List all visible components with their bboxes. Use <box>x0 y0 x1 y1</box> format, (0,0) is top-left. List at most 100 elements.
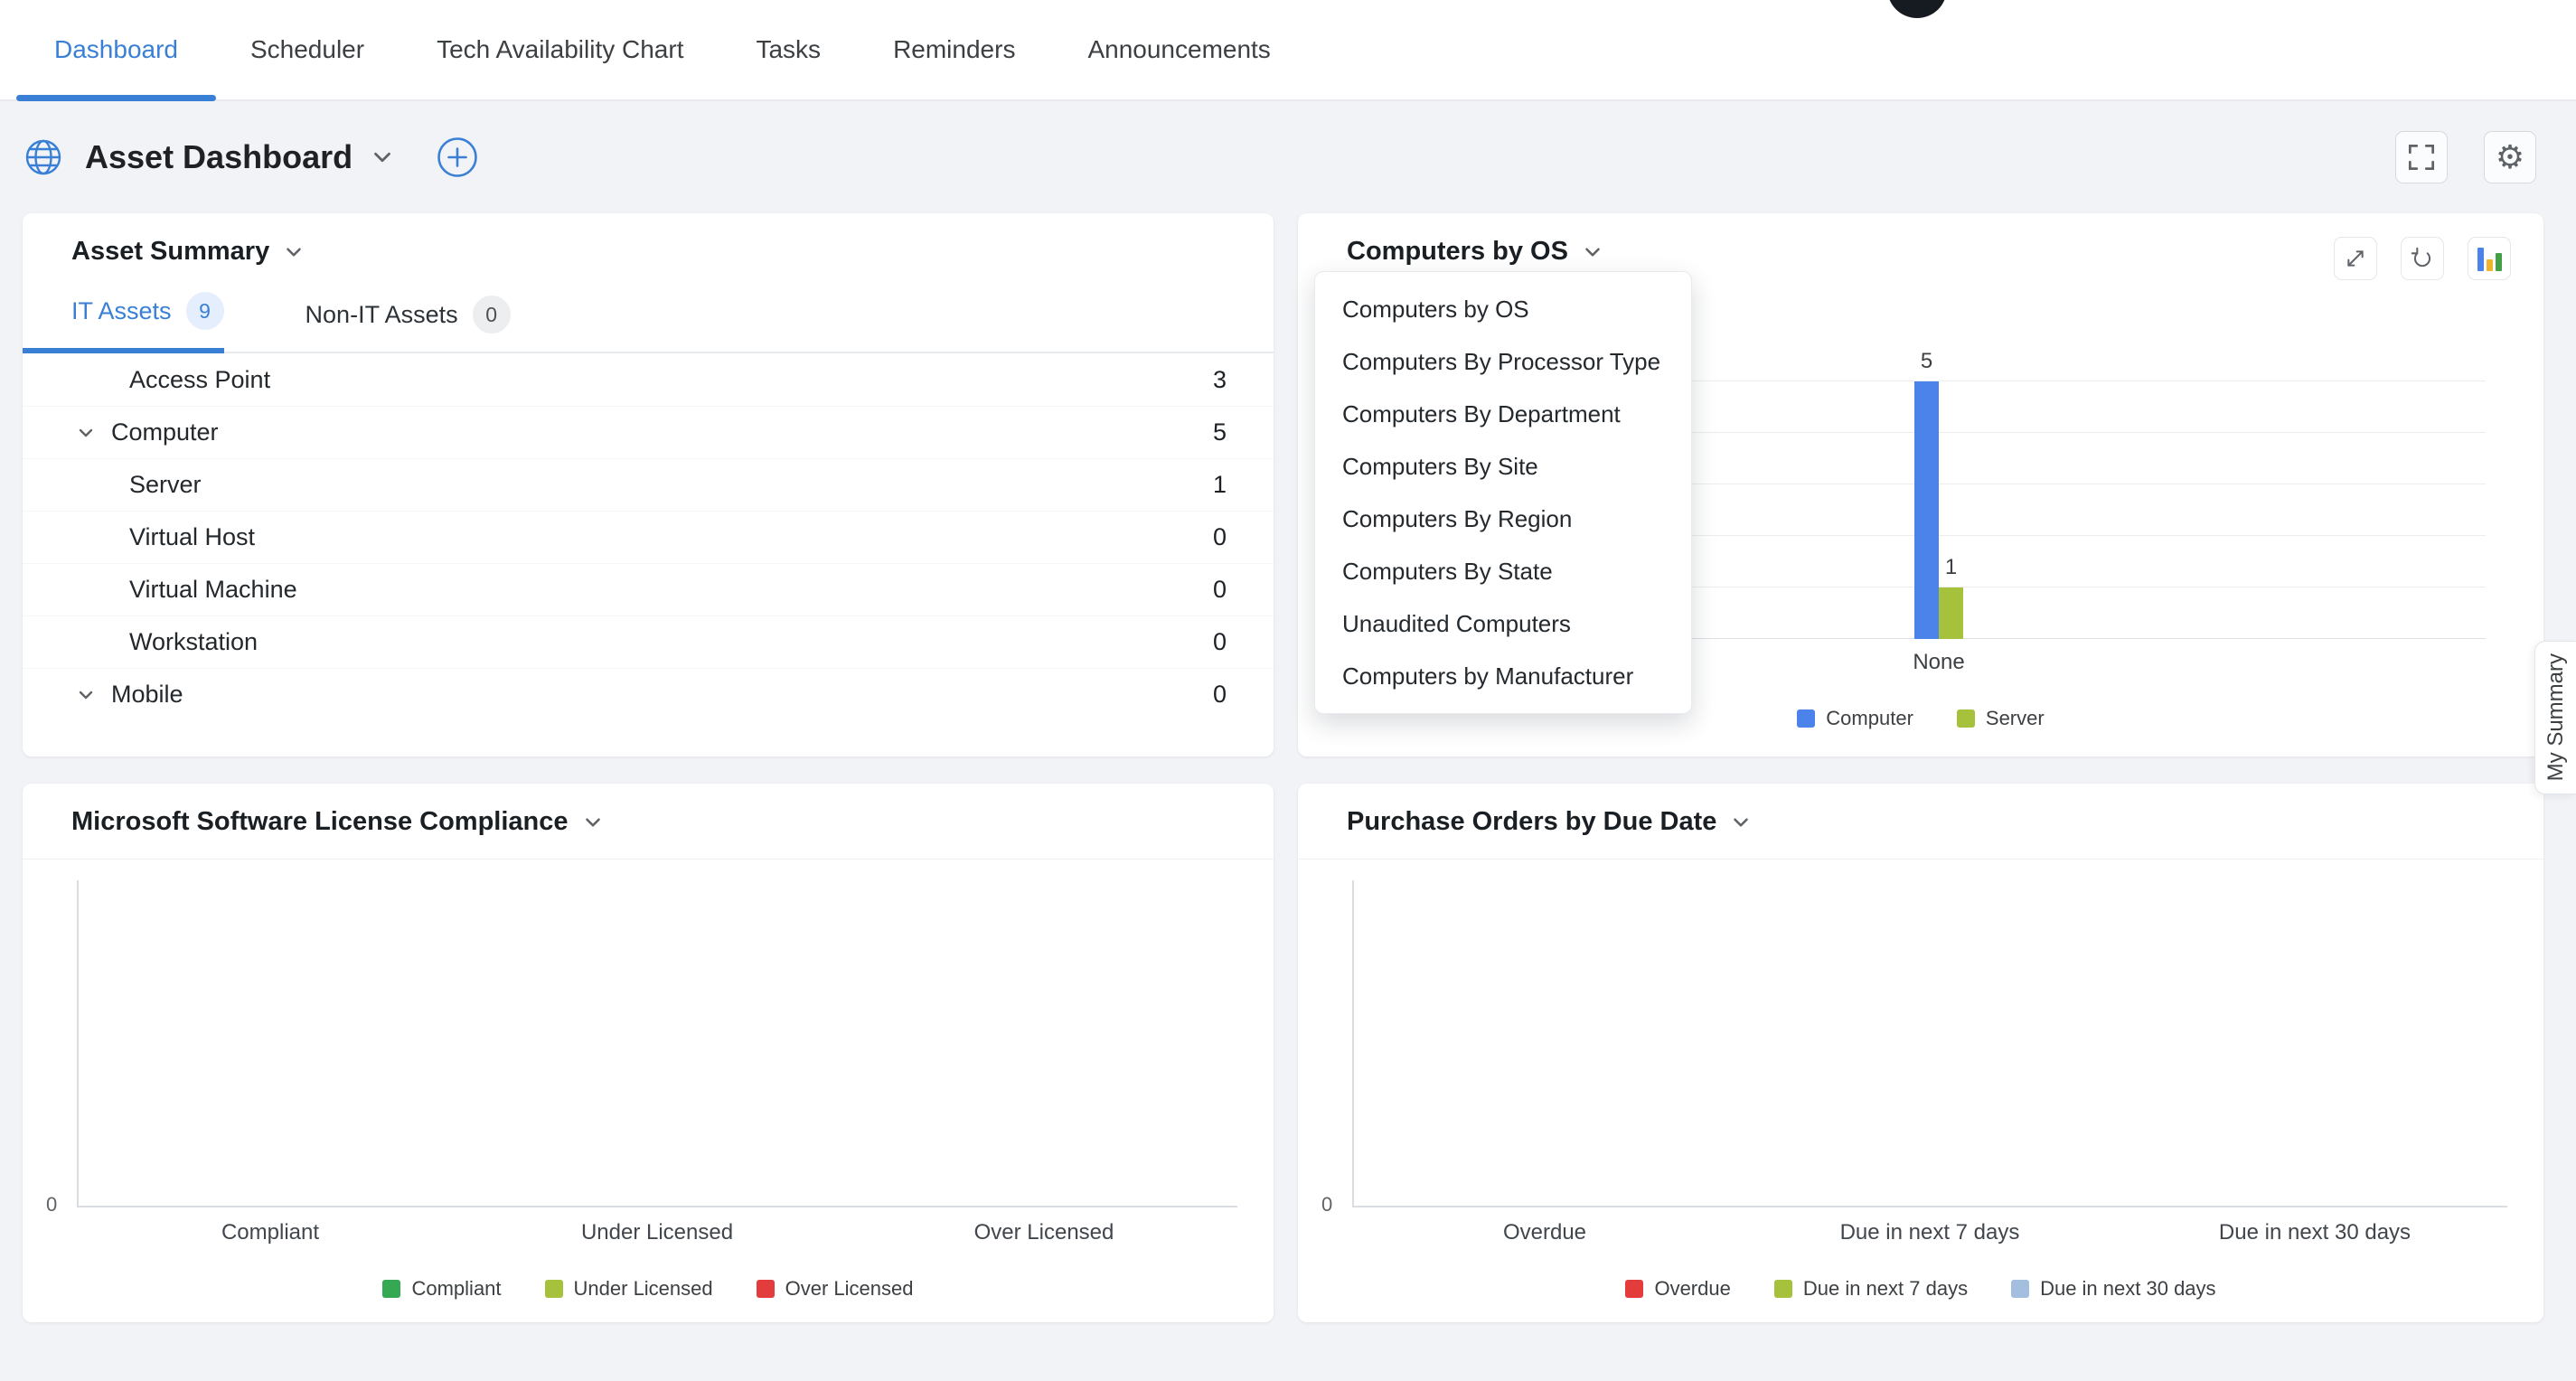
top-navigation: Dashboard Scheduler Tech Availability Ch… <box>0 0 2576 101</box>
list-item-virtual-machine[interactable]: Virtual Machine 0 <box>23 563 1274 615</box>
list-item-computer[interactable]: Computer 5 <box>23 406 1274 458</box>
nav-tab-tasks[interactable]: Tasks <box>756 0 821 99</box>
bar-computer[interactable] <box>1914 381 1939 639</box>
add-dashboard-button[interactable] <box>436 136 479 179</box>
legend-item-due-30-days[interactable]: Due in next 30 days <box>2011 1277 2215 1301</box>
x-axis-category-label: Under Licensed <box>464 1220 851 1245</box>
non-it-assets-count-badge: 0 <box>473 296 511 334</box>
row-value: 0 <box>1213 523 1227 551</box>
chevron-down-icon[interactable] <box>75 684 97 706</box>
legend-label: Compliant <box>411 1277 501 1301</box>
x-axis-category-label: Overdue <box>1352 1220 1737 1245</box>
row-value: 3 <box>1213 366 1227 394</box>
list-item-mobile[interactable]: Mobile 0 <box>23 668 1274 720</box>
menu-item-computers-by-site[interactable]: Computers By Site <box>1315 440 1691 493</box>
menu-item-computers-by-region[interactable]: Computers By Region <box>1315 493 1691 545</box>
bar-value-label: 1 <box>1945 555 1957 580</box>
x-axis-categories: Compliant Under Licensed Over Licensed <box>77 1220 1237 1245</box>
chart-type-button[interactable] <box>2468 237 2511 280</box>
legend-label: Over Licensed <box>785 1277 914 1301</box>
row-value: 0 <box>1213 576 1227 604</box>
legend-item-overdue[interactable]: Overdue <box>1625 1277 1730 1301</box>
asset-summary-chevron-icon[interactable] <box>282 240 306 264</box>
chevron-down-icon[interactable] <box>75 422 97 444</box>
computers-by-os-chevron-icon[interactable] <box>1581 240 1604 264</box>
legend-swatch <box>1957 709 1975 728</box>
nav-tab-dashboard[interactable]: Dashboard <box>54 0 178 99</box>
x-axis-category-label: Due in next 30 days <box>2122 1220 2507 1245</box>
y-axis-origin-label: 0 <box>1321 1193 1332 1217</box>
x-axis-category-label: Due in next 7 days <box>1737 1220 2122 1245</box>
row-label: Server <box>129 471 202 499</box>
globe-icon <box>24 137 63 177</box>
menu-item-computers-by-processor-type[interactable]: Computers By Processor Type <box>1315 335 1691 388</box>
nav-tabs: Dashboard Scheduler Tech Availability Ch… <box>54 0 1271 99</box>
computers-by-os-widget: Computers by OS <box>1298 213 2543 756</box>
legend-item-under-licensed[interactable]: Under Licensed <box>545 1277 713 1301</box>
legend-swatch <box>382 1280 400 1298</box>
legend-swatch <box>545 1280 563 1298</box>
legend-item-server[interactable]: Server <box>1957 707 2045 730</box>
legend-item-compliant[interactable]: Compliant <box>382 1277 501 1301</box>
tab-it-assets[interactable]: IT Assets 9 <box>23 292 224 353</box>
row-value: 0 <box>1213 681 1227 709</box>
refresh-icon <box>2407 243 2438 274</box>
asset-dashboard-app: Dashboard Scheduler Tech Availability Ch… <box>0 0 2576 1381</box>
settings-button[interactable]: ⚙ <box>2484 131 2536 183</box>
menu-item-computers-by-manufacturer[interactable]: Computers by Manufacturer <box>1315 650 1691 702</box>
nav-tab-scheduler[interactable]: Scheduler <box>250 0 364 99</box>
row-value: 1 <box>1213 471 1227 499</box>
list-item-virtual-host[interactable]: Virtual Host 0 <box>23 511 1274 563</box>
row-label: Virtual Host <box>129 523 255 551</box>
tab-it-assets-label: IT Assets <box>71 297 172 325</box>
user-avatar[interactable] <box>1887 0 1947 18</box>
license-compliance-widget: Microsoft Software License Compliance 0 … <box>23 784 1274 1322</box>
legend-swatch <box>2011 1280 2029 1298</box>
legend-label: Overdue <box>1654 1277 1730 1301</box>
list-item-access-point[interactable]: Access Point 3 <box>23 353 1274 406</box>
refresh-widget-button[interactable] <box>2401 237 2444 280</box>
purchase-orders-chart: 0 <box>1352 880 2507 1207</box>
tab-non-it-assets[interactable]: Non-IT Assets 0 <box>306 296 511 352</box>
list-item-server[interactable]: Server 1 <box>23 458 1274 511</box>
legend-item-due-7-days[interactable]: Due in next 7 days <box>1774 1277 1968 1301</box>
row-label: Virtual Machine <box>129 576 297 604</box>
menu-item-computers-by-department[interactable]: Computers By Department <box>1315 388 1691 440</box>
purchase-orders-chevron-icon[interactable] <box>1729 811 1753 834</box>
bar-server[interactable] <box>1939 587 1963 639</box>
nav-tab-announcements[interactable]: Announcements <box>1087 0 1270 99</box>
fullscreen-button[interactable] <box>2395 131 2448 183</box>
row-label: Mobile <box>111 681 183 709</box>
fullscreen-icon <box>2404 140 2439 174</box>
bar-value-label: 5 <box>1921 349 1932 374</box>
gear-icon: ⚙ <box>2496 141 2524 174</box>
page-bar: Asset Dashboard ⚙ <box>0 101 2576 213</box>
tab-non-it-assets-label: Non-IT Assets <box>306 301 458 329</box>
legend-item-computer[interactable]: Computer <box>1797 707 1913 730</box>
legend-item-over-licensed[interactable]: Over Licensed <box>757 1277 914 1301</box>
row-label: Workstation <box>129 628 258 656</box>
license-compliance-chart: 0 <box>77 880 1237 1207</box>
menu-item-computers-by-state[interactable]: Computers By State <box>1315 545 1691 597</box>
legend-swatch <box>757 1280 775 1298</box>
asset-summary-title: Asset Summary <box>71 237 269 267</box>
legend-label: Computer <box>1826 707 1913 730</box>
license-compliance-legend: Compliant Under Licensed Over Licensed <box>23 1277 1274 1301</box>
list-item-workstation[interactable]: Workstation 0 <box>23 615 1274 668</box>
menu-item-computers-by-os[interactable]: Computers by OS <box>1315 283 1691 335</box>
row-value: 0 <box>1213 628 1227 656</box>
x-axis-category-label: Compliant <box>77 1220 464 1245</box>
license-compliance-chevron-icon[interactable] <box>581 811 605 834</box>
nav-tab-reminders[interactable]: Reminders <box>893 0 1015 99</box>
bar-chart-icon <box>2477 246 2502 271</box>
dashboard-selector-chevron-icon[interactable] <box>369 144 396 171</box>
it-assets-count-badge: 9 <box>186 292 224 330</box>
purchase-orders-widget: Purchase Orders by Due Date 0 Overdue Du… <box>1298 784 2543 1322</box>
nav-tab-tech-availability-chart[interactable]: Tech Availability Chart <box>437 0 683 99</box>
expand-widget-button[interactable] <box>2334 237 2377 280</box>
my-summary-tab[interactable]: My Summary <box>2534 641 2576 794</box>
legend-swatch <box>1797 709 1815 728</box>
y-axis-origin-label: 0 <box>46 1193 57 1217</box>
menu-item-unaudited-computers[interactable]: Unaudited Computers <box>1315 597 1691 650</box>
x-axis-categories: Overdue Due in next 7 days Due in next 3… <box>1352 1220 2507 1245</box>
